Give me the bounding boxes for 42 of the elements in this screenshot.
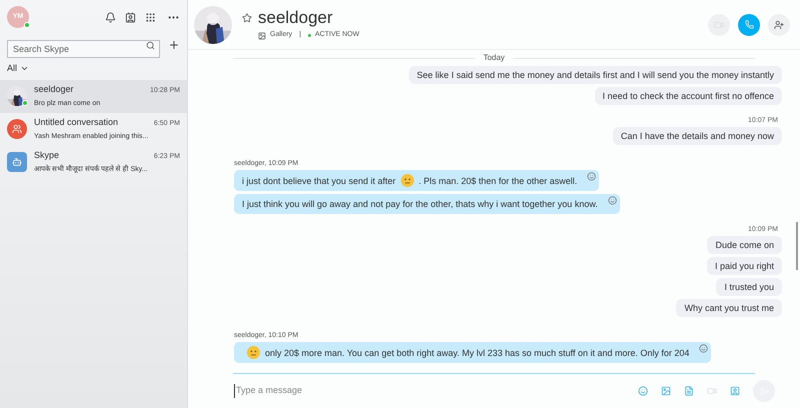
- message-text: I just think you will go away and not pay for the other, thats why i want together you know.: [242, 198, 598, 210]
- contact-name: seeldoger: [258, 8, 333, 28]
- contacts-icon[interactable]: [125, 12, 136, 22]
- message-text: i just dont believe that you send it after: [242, 174, 396, 186]
- message-bubble: Why cant you trust me: [676, 299, 782, 317]
- message-bubble: See like I said send me the money and details first and I will send you the money instantly: [408, 66, 782, 84]
- message-bubble: I need to check the account first no offence: [594, 87, 782, 105]
- scrollbar[interactable]: [796, 222, 798, 270]
- contact-card-icon[interactable]: [730, 386, 740, 396]
- gallery-icon: [258, 32, 266, 40]
- emoji-picker-icon[interactable]: [638, 386, 648, 396]
- reaction-icon[interactable]: [587, 172, 596, 181]
- message-bubble: Dude come on: [707, 236, 782, 254]
- emoji-icon: [247, 346, 260, 359]
- favorite-icon[interactable]: [242, 13, 252, 24]
- add-people-button[interactable]: [768, 14, 790, 36]
- message-text: . Pls man. 20$ then for the other aswell.: [418, 174, 578, 186]
- phone-icon: [744, 20, 754, 29]
- chat-name: Untitled conversation: [34, 116, 118, 129]
- search-field[interactable]: Search Skype: [7, 40, 160, 58]
- bot-icon: [12, 157, 22, 167]
- message-field[interactable]: Type a message: [234, 384, 638, 398]
- search-icon: [146, 40, 156, 50]
- group-icon: [12, 124, 22, 134]
- add-person-icon: [774, 20, 784, 30]
- message-bubble: I trusted you: [716, 278, 782, 296]
- date-separator: Today: [483, 52, 505, 64]
- notifications-icon[interactable]: [105, 12, 116, 22]
- chat-name: Skype: [34, 149, 60, 162]
- reaction-icon[interactable]: [699, 344, 708, 353]
- emoji-icon: [400, 174, 414, 187]
- reaction-icon[interactable]: [608, 196, 617, 205]
- chat-name: seeldoger: [34, 83, 74, 96]
- new-chat-icon[interactable]: [168, 39, 180, 51]
- dialpad-icon[interactable]: [145, 12, 156, 22]
- image-icon[interactable]: [661, 386, 671, 396]
- call-button[interactable]: [738, 14, 760, 36]
- file-icon[interactable]: [684, 386, 694, 396]
- filter-dropdown[interactable]: All: [7, 62, 30, 76]
- message-text: only 20$ more man. You can get both right away. My lvl 233 has so much stuff on it and more. Only for 204: [265, 346, 690, 358]
- message-bubble: Can I have the details and money now: [612, 127, 782, 145]
- message-bubble: I paid you right: [706, 257, 782, 275]
